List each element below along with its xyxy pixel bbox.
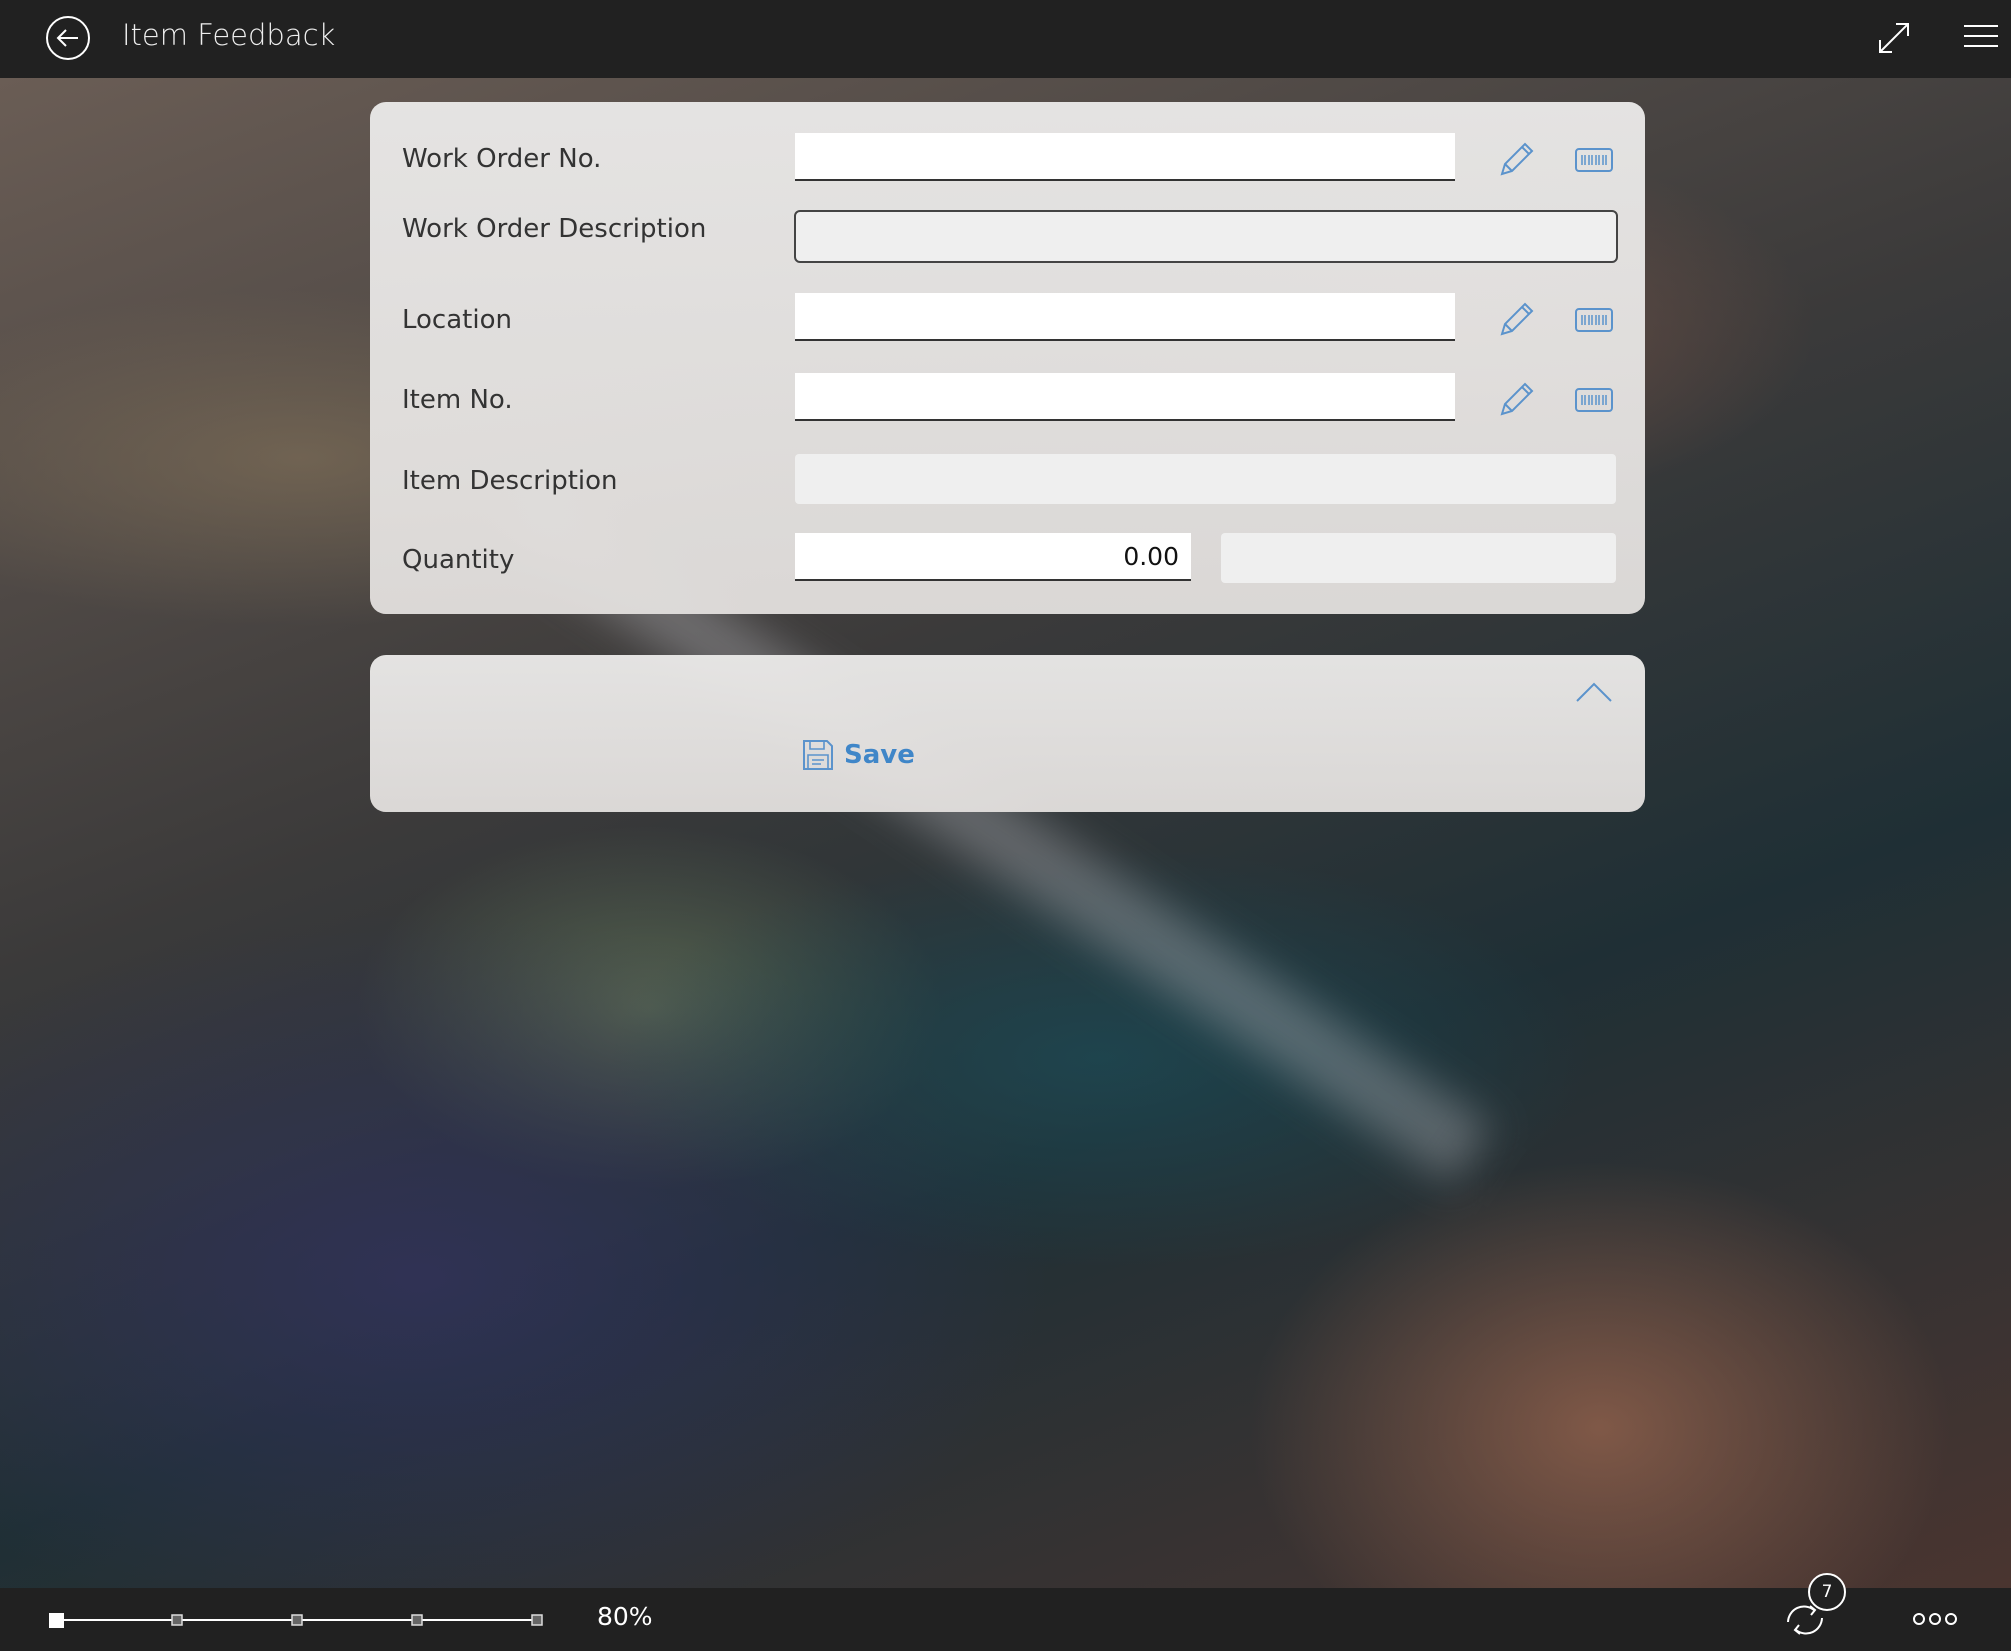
back-button[interactable] [46,16,90,60]
item-description-label: Item Description [402,466,618,496]
zoom-slider-tick [291,1614,303,1626]
save-label: Save [844,740,915,770]
status-bar: 80% 7 [0,1573,2011,1651]
expand-icon [1879,23,1909,53]
back-arrow-icon [56,29,78,47]
work-order-description-field [794,210,1618,263]
item-description-field [795,454,1616,504]
chevron-up-icon[interactable] [1574,677,1614,705]
item-no-barcode-icon[interactable] [1572,378,1616,422]
save-button[interactable]: Save [802,739,915,771]
app-header: Item Feedback [0,0,2011,78]
menu-button[interactable] [1964,24,1998,52]
zoom-slider-handle [49,1613,64,1628]
work-order-no-label: Work Order No. [402,144,602,174]
location-barcode-icon[interactable] [1572,298,1616,342]
more-options-ellipsis-icon[interactable] [1912,1610,1958,1628]
quantity-unit-field [1221,533,1616,583]
expand-button[interactable] [1876,20,1912,56]
work-order-no-barcode-icon[interactable] [1572,138,1616,182]
location-edit-pencil-icon[interactable] [1494,298,1538,342]
sync-count-badge: 7 [1808,1573,1846,1611]
zoom-slider-tick [411,1614,423,1626]
item-no-edit-pencil-icon[interactable] [1494,378,1538,422]
item-no-label: Item No. [402,385,513,415]
zoom-slider-tick [531,1614,543,1626]
location-input[interactable] [795,293,1455,341]
work-order-description-label: Work Order Description [402,214,707,244]
work-order-no-input[interactable] [795,133,1455,181]
item-no-input[interactable] [795,373,1455,421]
quantity-input[interactable]: 0.00 [795,533,1191,581]
zoom-slider-tick [171,1614,183,1626]
zoom-level: 80% [597,1602,653,1631]
work-order-no-edit-pencil-icon[interactable] [1494,138,1538,182]
floppy-disk-icon [803,740,833,770]
quantity-label: Quantity [402,545,515,575]
item-feedback-form: Work Order No. Work Order Description Lo… [370,102,1645,614]
zoom-slider[interactable] [48,1606,548,1634]
location-label: Location [402,305,512,335]
action-panel: Save [370,655,1645,812]
hamburger-menu-icon [1964,25,1998,47]
page-title: Item Feedback [122,18,336,52]
